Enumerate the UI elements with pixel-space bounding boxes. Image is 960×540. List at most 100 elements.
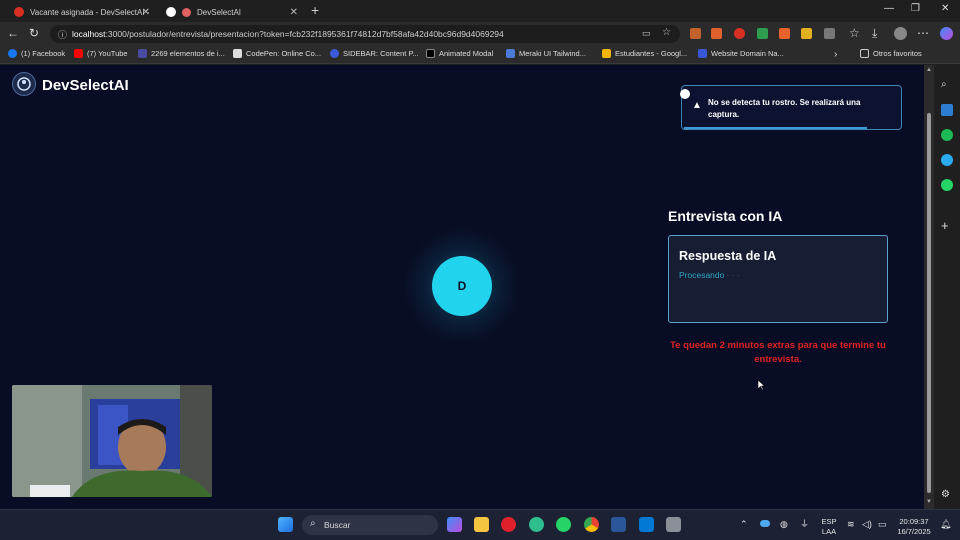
reload-button[interactable]: ↻ <box>29 26 39 40</box>
site-info-icon[interactable]: ⓘ <box>58 28 67 41</box>
profile-avatar[interactable] <box>894 27 907 40</box>
bookmark-icon <box>330 49 339 58</box>
device-icon[interactable]: ◍ <box>780 519 788 529</box>
bookmark-youtube[interactable]: (7) YouTube <box>74 49 128 58</box>
clock[interactable]: 20:09:37 16/7/2025 <box>894 517 934 537</box>
edge-sidebar: ⌕ + ⚙ <box>934 65 960 509</box>
telegram-icon[interactable] <box>941 154 953 166</box>
bookmark-estudiantes[interactable]: Estudiantes - Googl... <box>602 49 687 58</box>
home-extension-icon[interactable] <box>779 28 790 39</box>
camera-in-use-icon[interactable]: ▭ <box>642 28 651 39</box>
microphone-icon[interactable]: ⏚ <box>800 519 809 529</box>
word-icon[interactable] <box>611 517 626 532</box>
download-icon[interactable]: ⤓ <box>872 26 877 41</box>
new-tab-button[interactable]: + <box>311 2 319 18</box>
tab-vacante[interactable]: Vacante asignada - DevSelectAI - ✕ <box>6 2 158 22</box>
scrollbar-thumb[interactable] <box>927 113 931 493</box>
search-label: Buscar <box>324 520 351 530</box>
interview-title: Entrevista con IA <box>668 208 783 224</box>
bookmark-facebook[interactable]: (1) Facebook <box>8 49 65 58</box>
copilot-icon[interactable] <box>940 27 953 40</box>
add-sidebar-app-icon[interactable]: + <box>941 218 953 233</box>
bookmarks-bar: (1) Facebook (7) YouTube 2269 elementos … <box>0 46 960 64</box>
adblock-icon[interactable] <box>734 28 745 39</box>
bookmark-elementos[interactable]: 2269 elementos de i... <box>138 49 225 58</box>
volume-icon[interactable]: ◁) <box>862 519 872 529</box>
meraki-icon <box>506 49 515 58</box>
toast-indicator <box>680 89 690 99</box>
whatsapp-icon[interactable] <box>941 179 953 191</box>
ai-avatar: D <box>432 256 492 316</box>
wifi-icon[interactable]: ≋ <box>847 519 855 529</box>
time-remaining-warning: Te quedan 2 minutos extras para que term… <box>670 340 886 365</box>
page-content: DevSelectAI D ▲ No se detecta tu rostro.… <box>0 65 924 509</box>
face-warning-toast: ▲ No se detecta tu rostro. Se realizará … <box>680 85 902 130</box>
favorite-star-icon[interactable]: ☆ <box>662 27 671 38</box>
favorites-icon[interactable]: ☆ <box>849 26 860 40</box>
outlook-icon[interactable] <box>941 104 953 116</box>
brand-name: DevSelectAI <box>42 77 129 94</box>
tab-label: Vacante asignada - DevSelectAI - <box>30 7 150 17</box>
bookmark-website-domain[interactable]: Website Domain Na... <box>698 49 784 58</box>
recording-icon <box>182 7 191 17</box>
search-icon[interactable]: ⌕ <box>941 79 953 91</box>
extension-icon[interactable] <box>801 28 812 39</box>
puzzle-extensions-icon[interactable] <box>824 28 835 39</box>
address-bar-row: ← ↻ ⓘ localhost:3000/postulador/entrevis… <box>0 22 960 46</box>
scroll-up-arrow-icon[interactable]: ▲ <box>926 67 932 73</box>
spotify-icon[interactable] <box>941 129 953 141</box>
devselect-favicon-icon <box>166 7 176 17</box>
show-hidden-icons-chevron-icon[interactable]: ⌃ <box>740 519 748 529</box>
battery-icon[interactable]: ▭ <box>878 519 887 529</box>
back-button[interactable]: ← <box>7 26 19 40</box>
loading-dots: · · · <box>726 270 740 280</box>
bookmark-codepen[interactable]: CodePen: Online Co... <box>233 49 321 58</box>
extension-icon[interactable] <box>690 28 701 39</box>
bookmark-icon <box>698 49 707 58</box>
close-window-button[interactable]: ✕ <box>941 3 949 14</box>
bookmark-sidebar[interactable]: SIDEBAR: Content P... <box>330 49 419 58</box>
tab-devselectai[interactable]: DevSelectAI ✕ <box>158 2 306 22</box>
address-bar[interactable]: ⓘ localhost:3000/postulador/entrevista/p… <box>50 25 680 43</box>
other-bookmarks[interactable]: Otros favoritos <box>860 49 922 58</box>
search-icon: ⌕ <box>310 518 316 529</box>
windows-start-icon[interactable] <box>278 517 293 532</box>
taskbar-search[interactable]: ⌕ Buscar <box>302 515 438 535</box>
more-menu-icon[interactable]: ⋯ <box>917 26 929 40</box>
input-language[interactable]: ESP LAA <box>818 517 840 537</box>
edge-icon[interactable] <box>529 517 544 532</box>
brave-extension-icon[interactable] <box>711 28 722 39</box>
scroll-down-arrow-icon[interactable]: ▼ <box>926 499 932 505</box>
folder-icon <box>860 49 869 58</box>
chrome-icon[interactable] <box>584 517 599 532</box>
bookmark-icon <box>426 49 435 58</box>
bookmark-meraki[interactable]: Meraki UI Tailwind... <box>506 49 586 58</box>
calculator-icon[interactable] <box>666 517 681 532</box>
opera-icon[interactable] <box>501 517 516 532</box>
notifications-icon[interactable]: 🔔︎ <box>940 519 951 529</box>
page-scrollbar[interactable]: ▲ ▼ <box>924 65 934 509</box>
close-tab-icon[interactable]: ✕ <box>142 7 150 18</box>
whatsapp-icon[interactable] <box>556 517 571 532</box>
bookmarks-overflow-chevron-icon[interactable]: › <box>834 49 837 60</box>
shield-extension-icon[interactable] <box>757 28 768 39</box>
copilot-icon[interactable] <box>447 517 462 532</box>
bookmark-icon <box>138 49 147 58</box>
bookmark-animated-modal[interactable]: Animated Modal <box>426 49 493 58</box>
onedrive-icon[interactable] <box>760 520 770 527</box>
url-text: localhost:3000/postulador/entrevista/pre… <box>72 29 504 39</box>
minimize-button[interactable]: — <box>884 3 894 14</box>
response-title: Respuesta de IA <box>679 249 777 263</box>
avatar-letter: D <box>457 279 467 293</box>
close-tab-icon[interactable]: ✕ <box>290 7 298 18</box>
vscode-icon[interactable] <box>639 517 654 532</box>
toast-message: No se detecta tu rostro. Se realizará un… <box>708 98 861 119</box>
toast-progress-bar <box>684 127 867 129</box>
response-status: Procesando · · · <box>679 270 740 280</box>
webcam-feed-image <box>12 385 212 497</box>
file-explorer-icon[interactable] <box>474 517 489 532</box>
restore-button[interactable]: ❐ <box>911 3 920 14</box>
settings-gear-icon[interactable]: ⚙ <box>941 489 953 501</box>
webcam-preview <box>12 385 212 497</box>
mouse-cursor-icon <box>757 379 765 391</box>
